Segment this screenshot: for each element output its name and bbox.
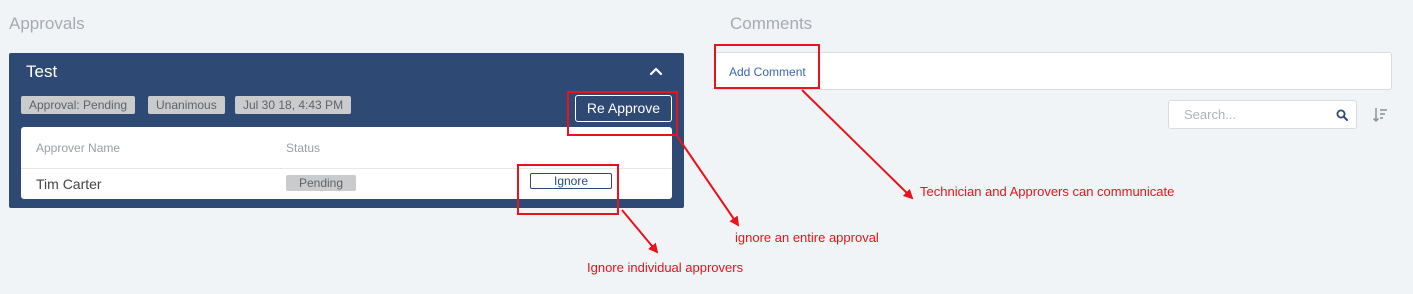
status-badge: Pending [286, 175, 356, 191]
approvals-section-title: Approvals [9, 14, 85, 33]
individual-arrow [621, 209, 659, 254]
re-approve-highlight [567, 91, 678, 136]
approval-card-title: Test [26, 62, 58, 81]
comment-search-box [1168, 100, 1357, 129]
approval-type-tag: Unanimous [148, 96, 225, 114]
approval-status-tag: Approval: Pending [21, 96, 136, 114]
entire-approval-arrow [676, 135, 740, 227]
add-comment-highlight [714, 44, 820, 89]
search-icon[interactable] [1336, 109, 1348, 121]
approver-name-cell: Tim Carter [36, 176, 102, 192]
approver-name-header: Approver Name [36, 141, 121, 155]
chevron-up-icon[interactable] [648, 63, 664, 79]
approval-date-tag: Jul 30 18, 4:43 PM [235, 96, 352, 114]
comments-section-title: Comments [730, 14, 813, 33]
sort-icon[interactable] [1372, 107, 1388, 123]
entire-approval-annotation: ignore an entire approval [735, 230, 879, 245]
individual-annotation: Ignore individual approvers [587, 260, 744, 275]
ignore-highlight [517, 164, 619, 215]
communicate-arrow [801, 89, 914, 200]
communicate-annotation: Technician and Approvers can communicate [920, 184, 1175, 199]
comment-search-input[interactable] [1170, 102, 1330, 127]
status-header: Status [286, 141, 321, 155]
